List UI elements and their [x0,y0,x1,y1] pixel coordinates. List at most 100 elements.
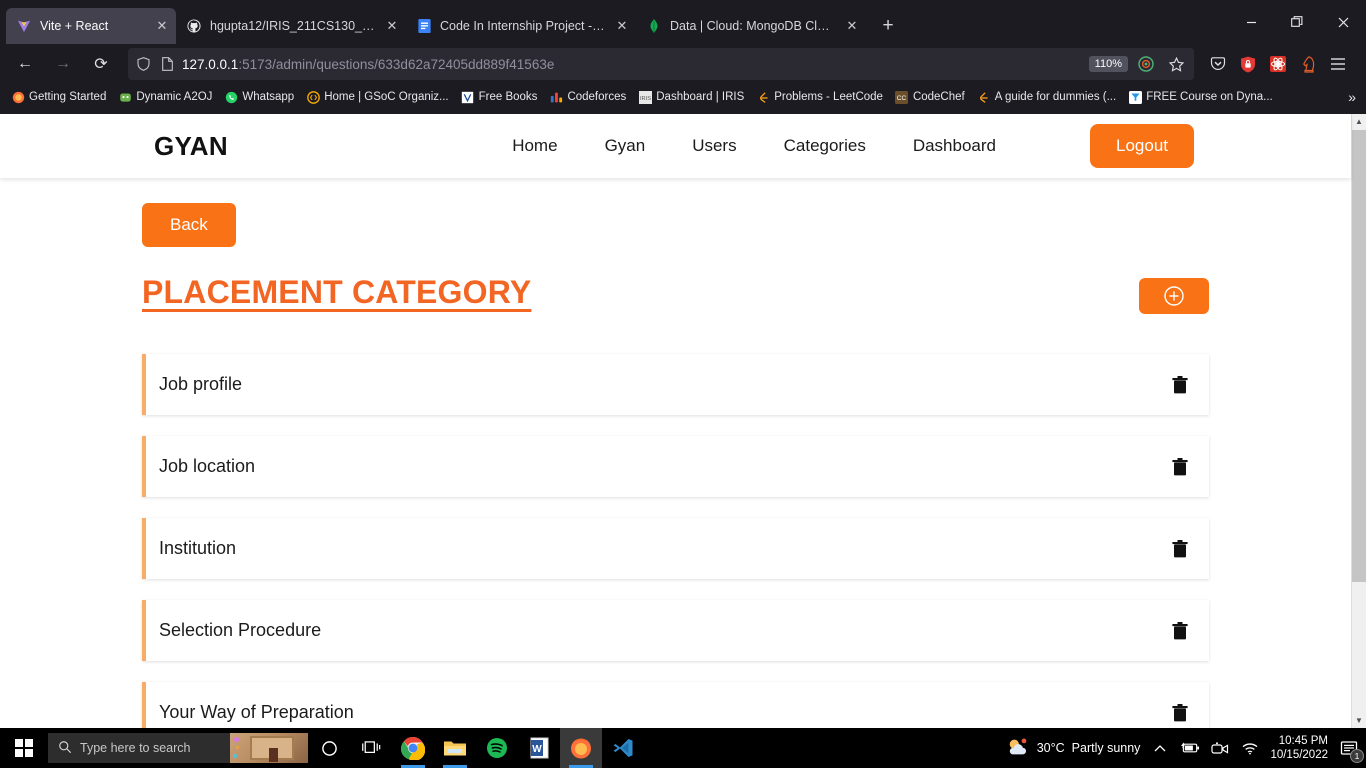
scroll-down-icon[interactable]: ▼ [1352,713,1366,728]
notification-count-badge: 1 [1350,749,1364,763]
browser-tab-4[interactable]: Data | Cloud: MongoDB Cloud ✕ [636,8,866,44]
zoom-level-badge[interactable]: 110% [1088,56,1128,72]
bookmark-leetcode-problems[interactable]: Problems - LeetCode [751,88,888,106]
nav-link-categories[interactable]: Categories [784,136,866,156]
weather-temperature: 30°C [1036,741,1065,755]
back-arrow-icon[interactable]: ← [8,49,42,79]
shield-icon[interactable] [134,55,152,73]
bookmark-whatsapp[interactable]: Whatsapp [219,88,299,106]
weather-widget[interactable]: 30°C Partly sunny [1006,737,1140,760]
bookmark-label: Dynamic A2OJ [136,91,213,103]
sparkle-dot [234,737,239,742]
sparkle-dot [236,746,239,749]
question-row-2[interactable]: Job location [142,436,1209,497]
bookmark-codechef[interactable]: CC CodeChef [890,88,970,106]
cortana-icon[interactable] [308,728,350,768]
spotify-icon[interactable] [476,728,518,768]
file-explorer-icon[interactable] [434,728,476,768]
extension-icon[interactable] [1264,50,1292,78]
bookmark-label: Getting Started [29,91,107,103]
show-hidden-icons-chevron-icon[interactable] [1150,744,1170,753]
url-path: :5173/admin/questions/633d62a72405dd889f… [238,56,555,72]
clock[interactable]: 10:45 PM 10/15/2022 [1270,734,1328,763]
bookmark-label: A guide for dummies (... [994,91,1117,103]
page-body: Back PLACEMENT CATEGORY Job profile Job … [0,178,1351,728]
nav-link-gyan[interactable]: Gyan [605,136,646,156]
trash-icon[interactable] [1169,538,1191,560]
maximize-restore-button[interactable] [1274,5,1320,39]
password-manager-icon[interactable] [1234,50,1262,78]
question-list: Job profile Job location Institution Sel… [142,354,1209,728]
word-icon[interactable]: W [518,728,560,768]
reload-icon[interactable]: ⟳ [84,49,118,79]
tab-strip: Vite + React ✕ hgupta12/IRIS_211CS130_2_… [0,0,1366,44]
close-icon[interactable]: ✕ [384,18,400,34]
close-icon[interactable]: ✕ [844,18,860,34]
hamburger-menu-icon[interactable] [1324,50,1352,78]
bookmark-getting-started[interactable]: Getting Started [6,88,111,106]
question-row-4[interactable]: Selection Procedure [142,600,1209,661]
url-text[interactable]: 127.0.0.1:5173/admin/questions/633d62a72… [182,57,1083,72]
notifications-button[interactable]: 1 [1338,737,1364,763]
bookmark-dynamic-a2oj[interactable]: Dynamic A2OJ [113,88,217,106]
scrollbar-thumb[interactable] [1352,130,1366,582]
pocket-icon[interactable] [1204,50,1232,78]
minimize-button[interactable] [1228,5,1274,39]
battery-icon[interactable] [1180,742,1200,754]
address-bar[interactable]: 127.0.0.1:5173/admin/questions/633d62a72… [128,48,1194,80]
wifi-icon[interactable] [1240,741,1260,755]
bookmark-gsoc[interactable]: Home | GSoC Organiz... [301,88,453,106]
browser-tab-2[interactable]: hgupta12/IRIS_211CS130_2_MER ✕ [176,8,406,44]
bookmark-guide-for-dummies[interactable]: A guide for dummies (... [972,88,1121,106]
nav-link-home[interactable]: Home [512,136,557,156]
chess-knight-icon[interactable] [1294,50,1322,78]
bookmark-free-course-dynamic[interactable]: FREE Course on Dyna... [1123,88,1278,106]
question-row-3[interactable]: Institution [142,518,1209,579]
bookmark-iris-dashboard[interactable]: IRIS Dashboard | IRIS [633,88,749,106]
scroll-up-icon[interactable]: ▲ [1352,114,1366,129]
page-info-icon[interactable] [158,55,176,73]
trash-icon[interactable] [1169,702,1191,724]
bookmarks-overflow-icon[interactable]: » [1348,89,1360,105]
bookmark-free-books[interactable]: Free Books [456,88,543,106]
back-button[interactable]: Back [142,203,236,247]
task-view-icon[interactable] [350,728,392,768]
close-icon[interactable]: ✕ [614,18,630,34]
new-tab-button[interactable]: + [872,10,904,42]
brand-logo[interactable]: GYAN [154,131,228,162]
bookmark-label: CodeChef [912,91,965,103]
window-controls [1228,0,1366,44]
firefox-icon[interactable] [560,728,602,768]
nav-link-dashboard[interactable]: Dashboard [913,136,996,156]
question-row-1[interactable]: Job profile [142,354,1209,415]
trash-icon[interactable] [1169,456,1191,478]
tab-title: Code In Internship Project - Goo [440,19,606,33]
bookmarks-bar: Getting Started Dynamic A2OJ Whatsapp Ho… [0,84,1366,110]
close-icon[interactable]: ✕ [154,18,170,34]
temple-illustration [250,736,294,762]
forward-arrow-icon[interactable]: → [46,49,80,79]
start-button[interactable] [0,728,48,768]
trash-icon[interactable] [1169,374,1191,396]
vscode-icon[interactable] [602,728,644,768]
firefox-icon [11,90,25,104]
logout-button[interactable]: Logout [1090,124,1194,168]
browser-tab-1[interactable]: Vite + React ✕ [6,8,176,44]
clock-date: 10/15/2022 [1270,749,1328,761]
chrome-icon[interactable] [392,728,434,768]
meet-now-camera-icon[interactable] [1210,741,1230,755]
bookmark-codeforces[interactable]: Codeforces [544,88,631,106]
shield-tracker-icon[interactable] [1134,52,1158,76]
browser-tab-3[interactable]: Code In Internship Project - Goo ✕ [406,8,636,44]
question-row-5[interactable]: Your Way of Preparation [142,682,1209,728]
bookmark-label: Free Books [478,91,538,103]
nav-link-users[interactable]: Users [692,136,736,156]
bookmark-star-icon[interactable] [1164,52,1188,76]
search-input[interactable]: Type here to search [48,733,308,763]
trash-icon[interactable] [1169,620,1191,642]
weather-icon [1006,737,1030,760]
close-window-button[interactable] [1320,5,1366,39]
vertical-scrollbar[interactable]: ▲ ▼ [1351,114,1366,728]
search-decoration-image [230,733,308,763]
add-question-button[interactable] [1139,278,1209,314]
